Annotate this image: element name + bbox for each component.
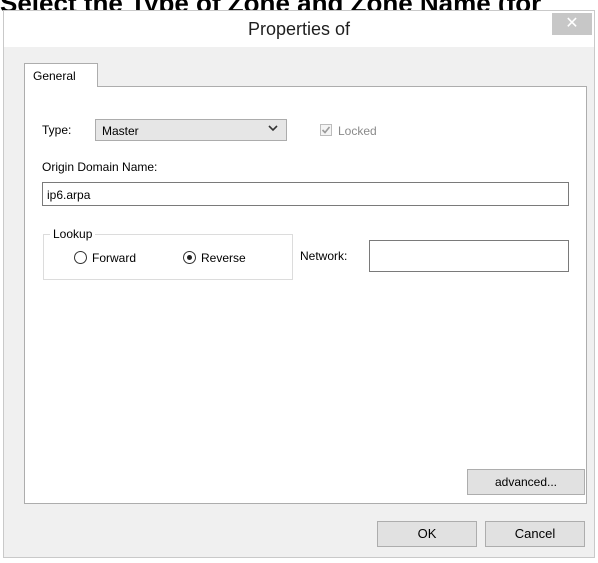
lookup-groupbox: Lookup Forward Reverse — [43, 227, 293, 280]
forward-label: Forward — [92, 251, 137, 265]
network-label: Network: — [300, 249, 348, 263]
properties-dialog: Properties of ✕ General Type: Master Loc… — [3, 10, 595, 558]
network-input[interactable] — [369, 240, 569, 272]
close-icon: ✕ — [565, 15, 579, 32]
lookup-title: Lookup — [50, 227, 96, 241]
forward-radio[interactable] — [74, 251, 87, 264]
dialog-title: Properties of — [247, 19, 351, 39]
advanced-button[interactable]: advanced... — [467, 469, 585, 495]
close-button[interactable]: ✕ — [552, 13, 592, 35]
checkmark-icon — [321, 126, 331, 138]
locked-checkbox[interactable] — [320, 124, 332, 136]
ok-button[interactable]: OK — [377, 521, 477, 547]
locked-label: Locked — [338, 124, 377, 138]
reverse-label: Reverse — [201, 251, 246, 265]
type-select-value: Master — [102, 124, 139, 138]
origin-domain-input[interactable]: ip6.arpa — [42, 182, 569, 206]
title-bar: Properties of ✕ — [4, 11, 594, 47]
type-select[interactable]: Master — [95, 119, 287, 141]
general-tab-panel: Type: Master Locked Origin Domain Name: … — [24, 86, 587, 504]
origin-domain-label: Origin Domain Name: — [42, 160, 158, 174]
cancel-button[interactable]: Cancel — [485, 521, 585, 547]
reverse-radio[interactable] — [183, 251, 196, 264]
tab-general[interactable]: General — [24, 63, 98, 87]
origin-domain-value: ip6.arpa — [47, 188, 91, 202]
radio-selected-dot — [187, 255, 192, 260]
type-label: Type: — [42, 123, 72, 137]
chevron-down-icon — [268, 123, 278, 136]
